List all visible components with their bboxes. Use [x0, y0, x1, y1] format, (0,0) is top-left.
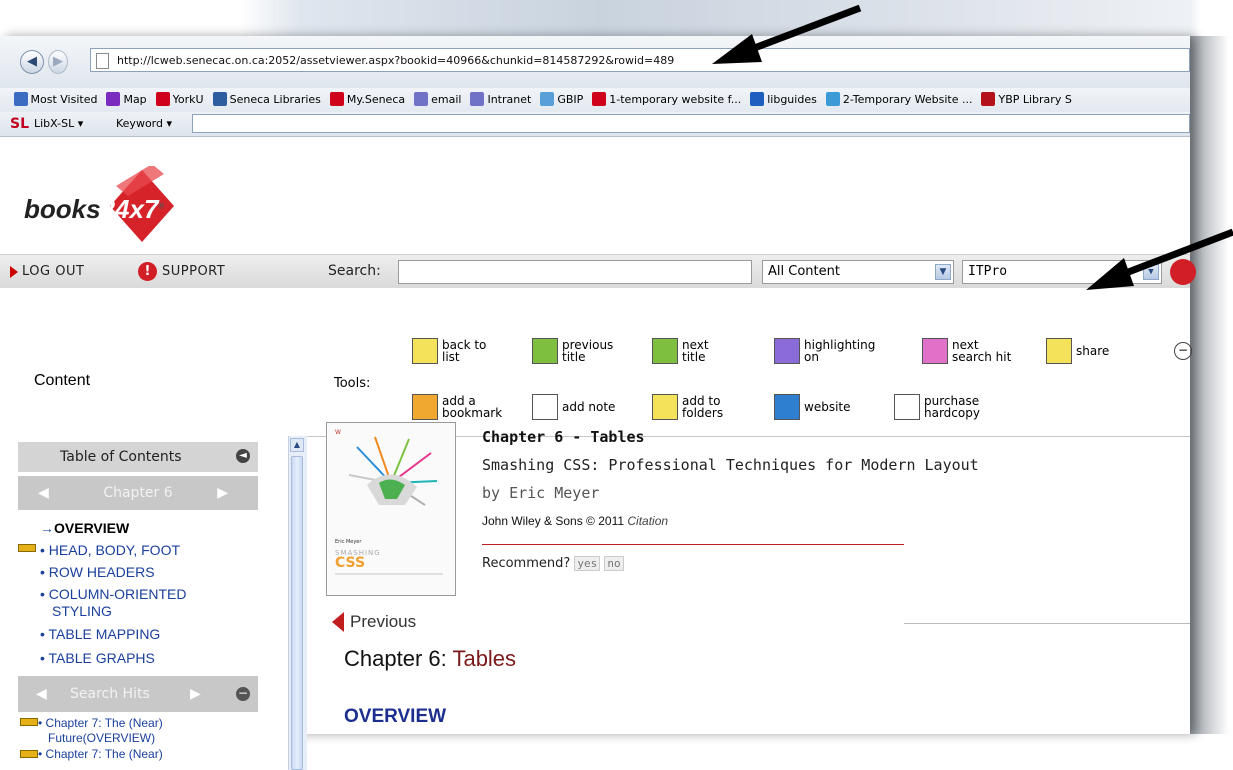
search-hit-marker-icon [20, 750, 38, 758]
annotation-arrowhead [712, 34, 762, 64]
search-hit-item[interactable]: • Chapter 7: The (Near) [38, 747, 163, 762]
annotation-arrow-line [1116, 228, 1233, 280]
annotation-arrow-line [742, 4, 862, 56]
annotation-arrowhead [1086, 258, 1134, 290]
search-hit-label: Chapter 7: The (Near) [45, 747, 163, 761]
annotation-arrows [712, 4, 1233, 290]
